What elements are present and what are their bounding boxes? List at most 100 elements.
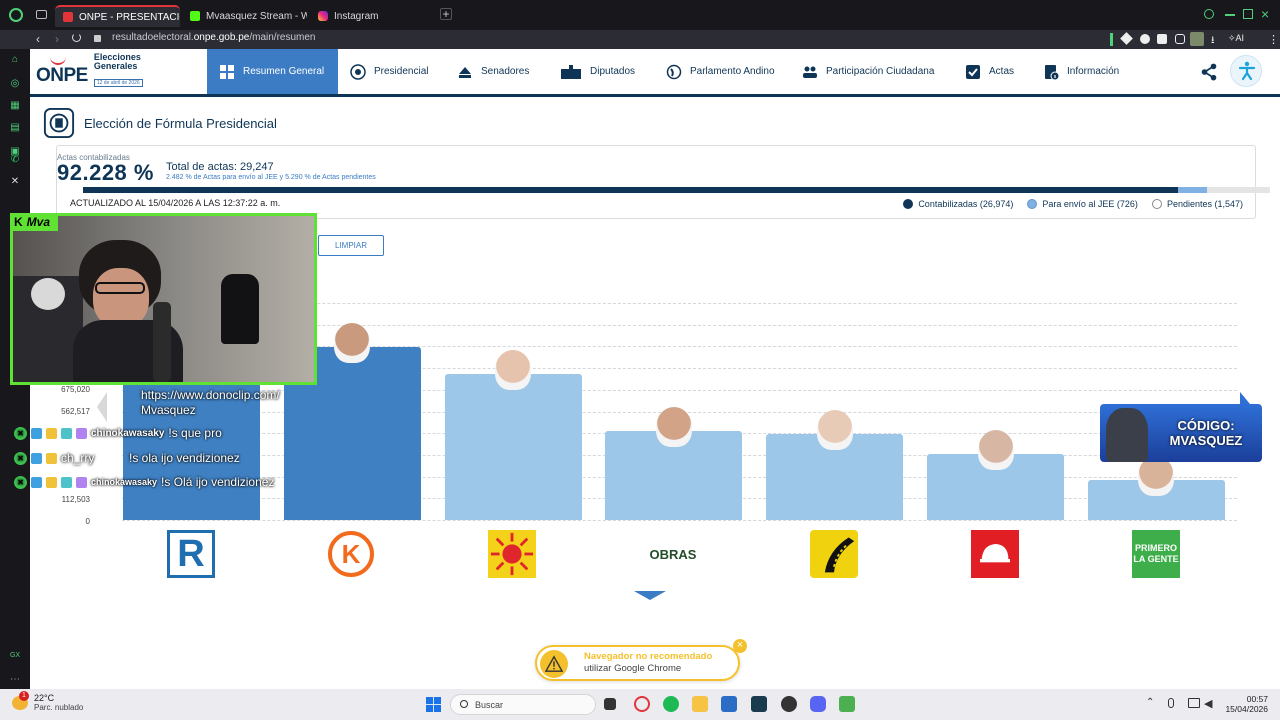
more-icon[interactable]: ⋯ bbox=[8, 673, 22, 687]
tray-chevron-icon[interactable]: ⌃ bbox=[1146, 697, 1154, 708]
minimize-button[interactable] bbox=[1225, 14, 1235, 16]
party-logo-r[interactable]: R bbox=[167, 530, 215, 578]
chat-message: ✕ ch_rry !s ola ijo vendizionez bbox=[14, 449, 240, 467]
maximize-button[interactable] bbox=[1243, 9, 1253, 19]
weather-widget[interactable]: 1 22°C Parc. nublado bbox=[12, 690, 83, 712]
chat-message: ✕ chinokawasaky !s que pro bbox=[14, 424, 222, 442]
extension-icon[interactable] bbox=[1175, 34, 1185, 44]
windows-taskbar: 1 22°C Parc. nublado Buscar ⌃ ◀ 00:57 15… bbox=[0, 689, 1280, 720]
discord-icon[interactable] bbox=[810, 696, 826, 712]
promo-text: CÓDIGO: MVASQUEZ bbox=[1169, 418, 1243, 448]
chat-user: ch_rry bbox=[61, 451, 95, 465]
close-window-button[interactable]: × bbox=[1261, 6, 1269, 22]
road-icon bbox=[824, 537, 855, 573]
candidate-photo bbox=[655, 406, 692, 447]
gx-icon[interactable]: GX bbox=[8, 649, 22, 663]
file-explorer-icon[interactable] bbox=[692, 696, 708, 712]
extension-icon[interactable] bbox=[1120, 32, 1133, 45]
badge-icon bbox=[31, 476, 42, 488]
lock-icon[interactable] bbox=[94, 35, 101, 42]
badge-icon bbox=[31, 427, 42, 439]
ai-label: AI bbox=[1235, 33, 1245, 43]
chart-bar[interactable] bbox=[444, 373, 582, 520]
taskbar-search[interactable]: Buscar bbox=[450, 694, 596, 715]
aria-icon[interactable]: ◎ bbox=[8, 77, 22, 91]
party-logo-k[interactable]: K bbox=[327, 530, 375, 578]
menu-icon[interactable]: ⋮ bbox=[1268, 33, 1279, 46]
whatsapp-icon[interactable]: ✆ bbox=[8, 153, 22, 167]
candidate-photo bbox=[495, 349, 532, 390]
microphone-icon[interactable] bbox=[1168, 698, 1174, 708]
microphone-shape bbox=[153, 302, 171, 382]
party-logo-label: PRIMERO LA GENTE bbox=[1133, 543, 1179, 564]
url-domain: onpe.gob.pe bbox=[193, 32, 250, 43]
cam-label: Mva bbox=[26, 215, 51, 229]
donation-name: Mvasquez bbox=[141, 403, 196, 417]
clock-date: 15/04/2026 bbox=[1225, 704, 1268, 714]
task-view-icon[interactable] bbox=[604, 698, 616, 710]
bookmarks-icon[interactable]: ▤ bbox=[8, 121, 22, 135]
url-field[interactable]: resultadoelectoral.onpe.gob.pe/main/resu… bbox=[112, 32, 315, 43]
toast-title: Navegador no recomendado bbox=[584, 651, 713, 662]
reload-icon[interactable] bbox=[72, 33, 81, 42]
forward-icon[interactable]: › bbox=[55, 32, 59, 46]
tab-stream[interactable]: Mvaasquez Stream - Walc bbox=[182, 5, 307, 27]
y-tick: 562,517 bbox=[61, 407, 90, 416]
tab-label: Instagram bbox=[334, 10, 379, 22]
party-logo-road[interactable] bbox=[810, 530, 858, 578]
party-logo-sun[interactable] bbox=[488, 530, 536, 578]
spotify-icon[interactable] bbox=[663, 696, 679, 712]
mod-badge-icon: ✕ bbox=[14, 451, 27, 465]
search-icon bbox=[460, 700, 468, 708]
clock[interactable]: 00:57 15/04/2026 bbox=[1222, 694, 1268, 714]
instagram-favicon-icon bbox=[318, 11, 328, 21]
badge-icon bbox=[61, 476, 72, 488]
url-path: /main/resumen bbox=[249, 32, 316, 43]
download-icon[interactable]: ⭳ bbox=[1211, 33, 1215, 50]
party-logo-label: K bbox=[341, 538, 361, 569]
app-icon[interactable] bbox=[839, 696, 855, 712]
url-host: resultadoelectoral. bbox=[112, 32, 194, 43]
profile-avatar[interactable] bbox=[1190, 32, 1204, 46]
y-tick: 112,503 bbox=[61, 495, 90, 504]
search-tabs-icon[interactable] bbox=[1204, 9, 1214, 19]
store-icon[interactable] bbox=[721, 696, 737, 712]
app-icon[interactable] bbox=[781, 696, 797, 712]
speed-dial-icon[interactable]: ⌂ bbox=[8, 53, 22, 67]
party-logo-obras[interactable]: OBRAS bbox=[649, 530, 697, 578]
browser-tab-bar: ONPE - PRESENTACIÓN D Mvaasquez Stream -… bbox=[0, 0, 1280, 30]
party-logo-primero-la-gente[interactable]: PRIMERO LA GENTE bbox=[1132, 530, 1180, 578]
chevron-down-icon[interactable] bbox=[634, 591, 666, 600]
opera-taskbar-icon[interactable] bbox=[634, 696, 650, 712]
party-logo-helmet[interactable] bbox=[971, 530, 1019, 578]
opera-logo-icon[interactable] bbox=[9, 8, 23, 22]
weather-badge: 1 bbox=[19, 690, 29, 701]
chat-text: !s ola ijo vendizionez bbox=[129, 451, 240, 465]
x-icon[interactable]: ✕ bbox=[8, 175, 22, 189]
tab-overview-icon[interactable] bbox=[36, 10, 47, 19]
toast-close-button[interactable]: × bbox=[733, 639, 747, 653]
windows-start-icon[interactable] bbox=[426, 697, 441, 712]
network-icon[interactable] bbox=[1188, 698, 1200, 708]
ai-button[interactable]: ✧AI bbox=[1228, 33, 1244, 44]
app-icon[interactable] bbox=[751, 696, 767, 712]
y-tick: 675,020 bbox=[61, 385, 90, 394]
kick-icon: K bbox=[14, 215, 23, 229]
cam-label-tag: K Mva bbox=[13, 215, 59, 231]
extension-icon[interactable] bbox=[1140, 34, 1150, 44]
candidate-photo bbox=[977, 430, 1014, 471]
crypto-wallet-icon[interactable]: ▦ bbox=[8, 99, 22, 113]
badge-icon bbox=[46, 427, 57, 439]
promo-overlay: CÓDIGO: MVASQUEZ bbox=[1100, 404, 1262, 462]
extension-icon[interactable] bbox=[1157, 34, 1167, 44]
back-icon[interactable]: ‹ bbox=[36, 32, 40, 46]
tab-label: Mvaasquez Stream - Walc bbox=[206, 10, 307, 22]
tab-instagram[interactable]: Instagram bbox=[310, 5, 435, 27]
chat-text: !s que pro bbox=[168, 426, 222, 440]
party-logo-label: OBRAS bbox=[649, 546, 697, 562]
new-tab-button[interactable]: + bbox=[440, 8, 452, 20]
tab-onpe[interactable]: ONPE - PRESENTACIÓN D bbox=[55, 5, 180, 27]
volume-icon[interactable]: ◀ bbox=[1204, 697, 1212, 710]
helmet-icon bbox=[980, 544, 1010, 563]
chat-message: ✕ chinokawasaky !s Olá ijo vendizionez bbox=[14, 473, 274, 491]
